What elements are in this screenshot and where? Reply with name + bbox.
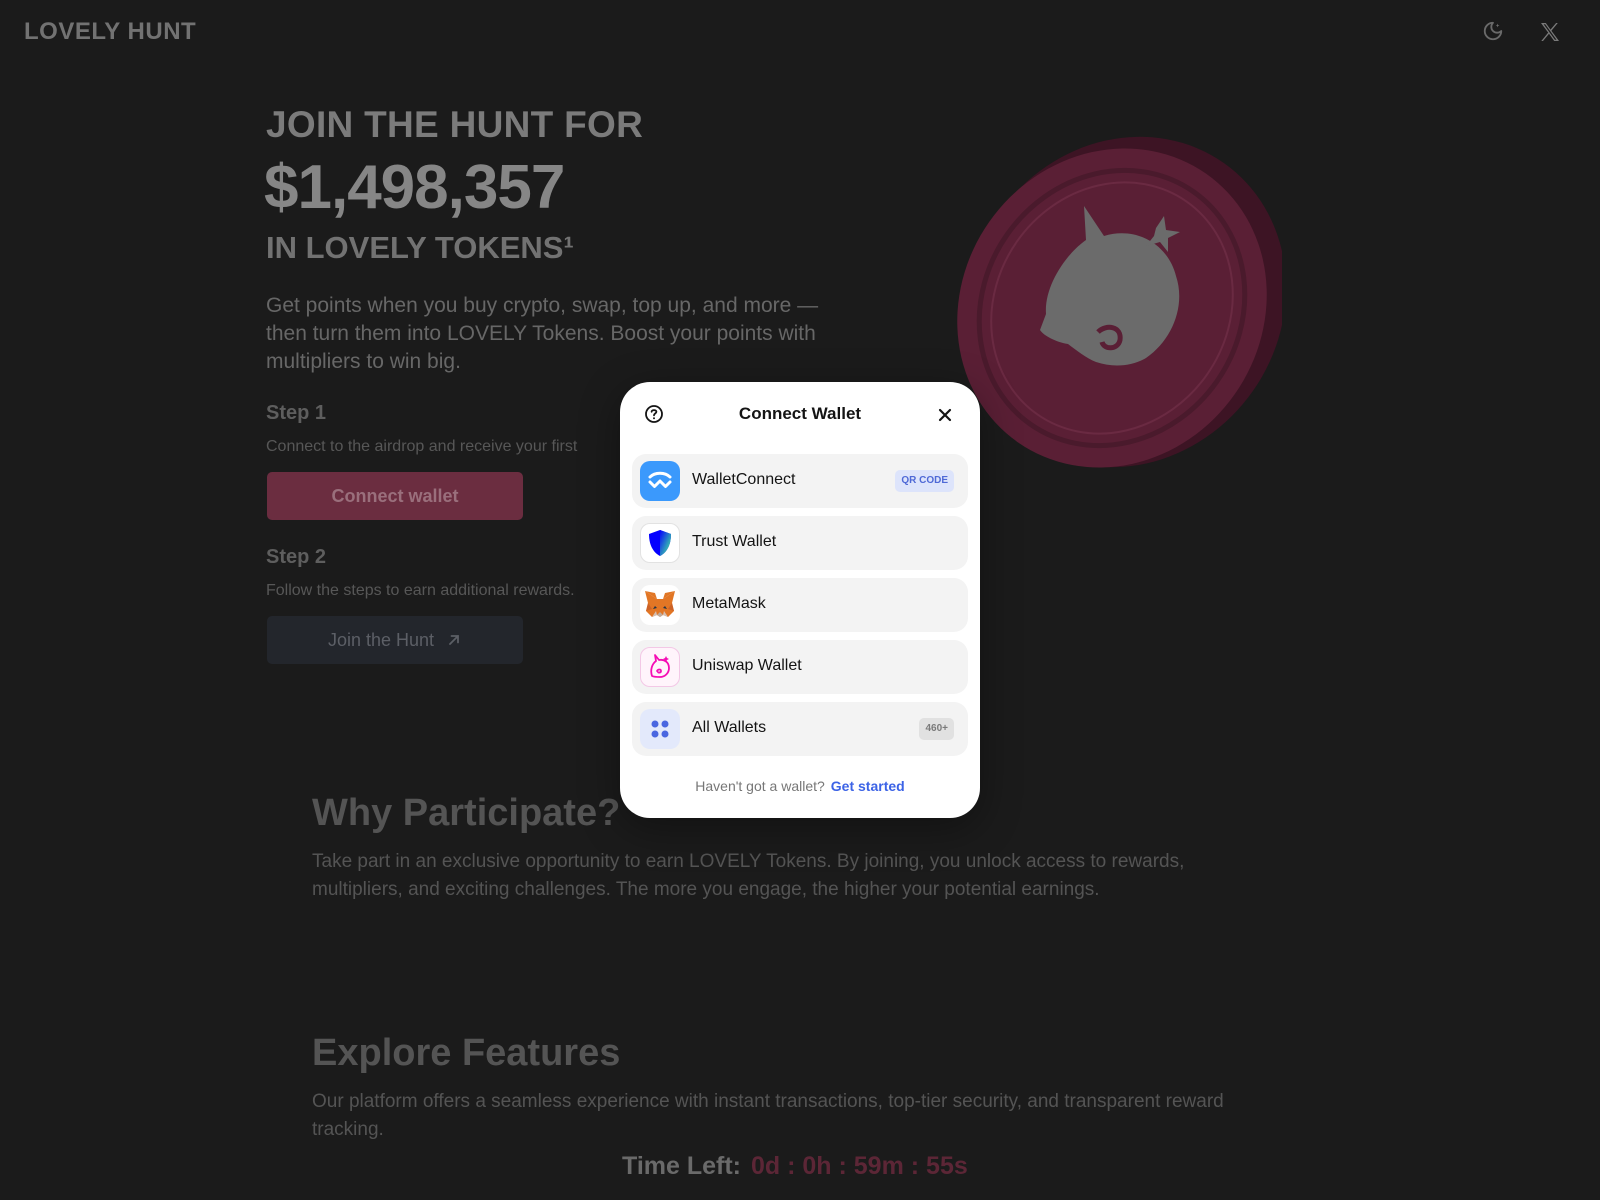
grid-icon — [640, 709, 680, 749]
section-title-explore-features: Explore Features — [312, 1032, 621, 1074]
wallet-name: Uniswap Wallet — [692, 657, 802, 674]
connect-wallet-button[interactable]: Connect wallet — [267, 472, 523, 520]
close-icon — [938, 408, 952, 422]
x-social-link[interactable] — [1538, 20, 1562, 44]
uniswap-unicorn-icon — [640, 647, 680, 687]
qr-code-tag: QR CODE — [895, 470, 954, 492]
wallet-name: MetaMask — [692, 595, 766, 612]
x-logo-icon — [1541, 23, 1559, 41]
timer-value: 0d : 0h : 59m : 55s — [751, 1152, 968, 1180]
wallet-name: WalletConnect — [692, 471, 796, 488]
wallet-option-trust-wallet[interactable]: Trust Wallet — [632, 516, 968, 570]
footer-question: Haven't got a wallet? — [695, 778, 825, 794]
theme-toggle-button[interactable] — [1482, 20, 1504, 42]
step-2-description: Follow the steps to earn additional rewa… — [266, 582, 575, 599]
section-text-why-participate: Take part in an exclusive opportunity to… — [312, 851, 1185, 900]
wallet-name: All Wallets — [692, 719, 767, 736]
wallet-option-all-wallets[interactable]: All Wallets 460+ — [632, 702, 968, 756]
hero-amount: $1,498,357 — [264, 153, 565, 222]
join-hunt-button[interactable]: Join the Hunt — [267, 616, 523, 664]
wallet-option-metamask[interactable]: MetaMask — [632, 578, 968, 632]
modal-footer: Haven't got a wallet? Get started — [620, 778, 980, 794]
step-1-title: Step 1 — [266, 402, 327, 424]
modal-title: Connect Wallet — [738, 404, 862, 423]
arrow-up-right-icon — [449, 635, 459, 645]
join-hunt-label: Join the Hunt — [327, 629, 435, 650]
close-button[interactable] — [936, 406, 954, 424]
hero-post-title: IN LOVELY TOKENS¹ — [266, 230, 574, 265]
step-2-title: Step 2 — [266, 546, 327, 568]
wallet-name: Trust Wallet — [692, 533, 777, 550]
wallet-option-walletconnect[interactable]: WalletConnect QR CODE — [632, 454, 968, 508]
logo[interactable]: LOVELY HUNT — [24, 18, 196, 46]
lovely-coin-illustration — [957, 136, 1282, 468]
section-title-why-participate: Why Participate? — [312, 792, 621, 834]
get-started-link[interactable]: Get started — [831, 778, 905, 794]
section-text-explore-features: Our platform offers a seamless experienc… — [312, 1091, 1224, 1140]
wallet-option-uniswap[interactable]: Uniswap Wallet — [632, 640, 968, 694]
step-1-description: Connect to the airdrop and receive your … — [266, 438, 578, 455]
trust-wallet-shield-icon — [640, 523, 680, 563]
walletconnect-icon — [640, 461, 680, 501]
countdown-timer: Time Left: 0d : 0h : 59m : 55s — [622, 1152, 968, 1181]
hero-pre-title: JOIN THE HUNT FOR — [266, 104, 644, 145]
moon-icon — [1483, 21, 1503, 41]
timer-label: Time Left: — [622, 1152, 741, 1180]
hero-description: Get points when you buy crypto, swap, to… — [266, 294, 819, 373]
metamask-fox-icon — [640, 585, 680, 625]
connect-wallet-modal: Connect Wallet WalletConnect QR CODE Tru… — [620, 382, 980, 818]
page: LOVELY HUNT JOIN THE HUNT FOR $1,498,357… — [0, 0, 1600, 1200]
wallet-count-tag: 460+ — [919, 718, 954, 740]
